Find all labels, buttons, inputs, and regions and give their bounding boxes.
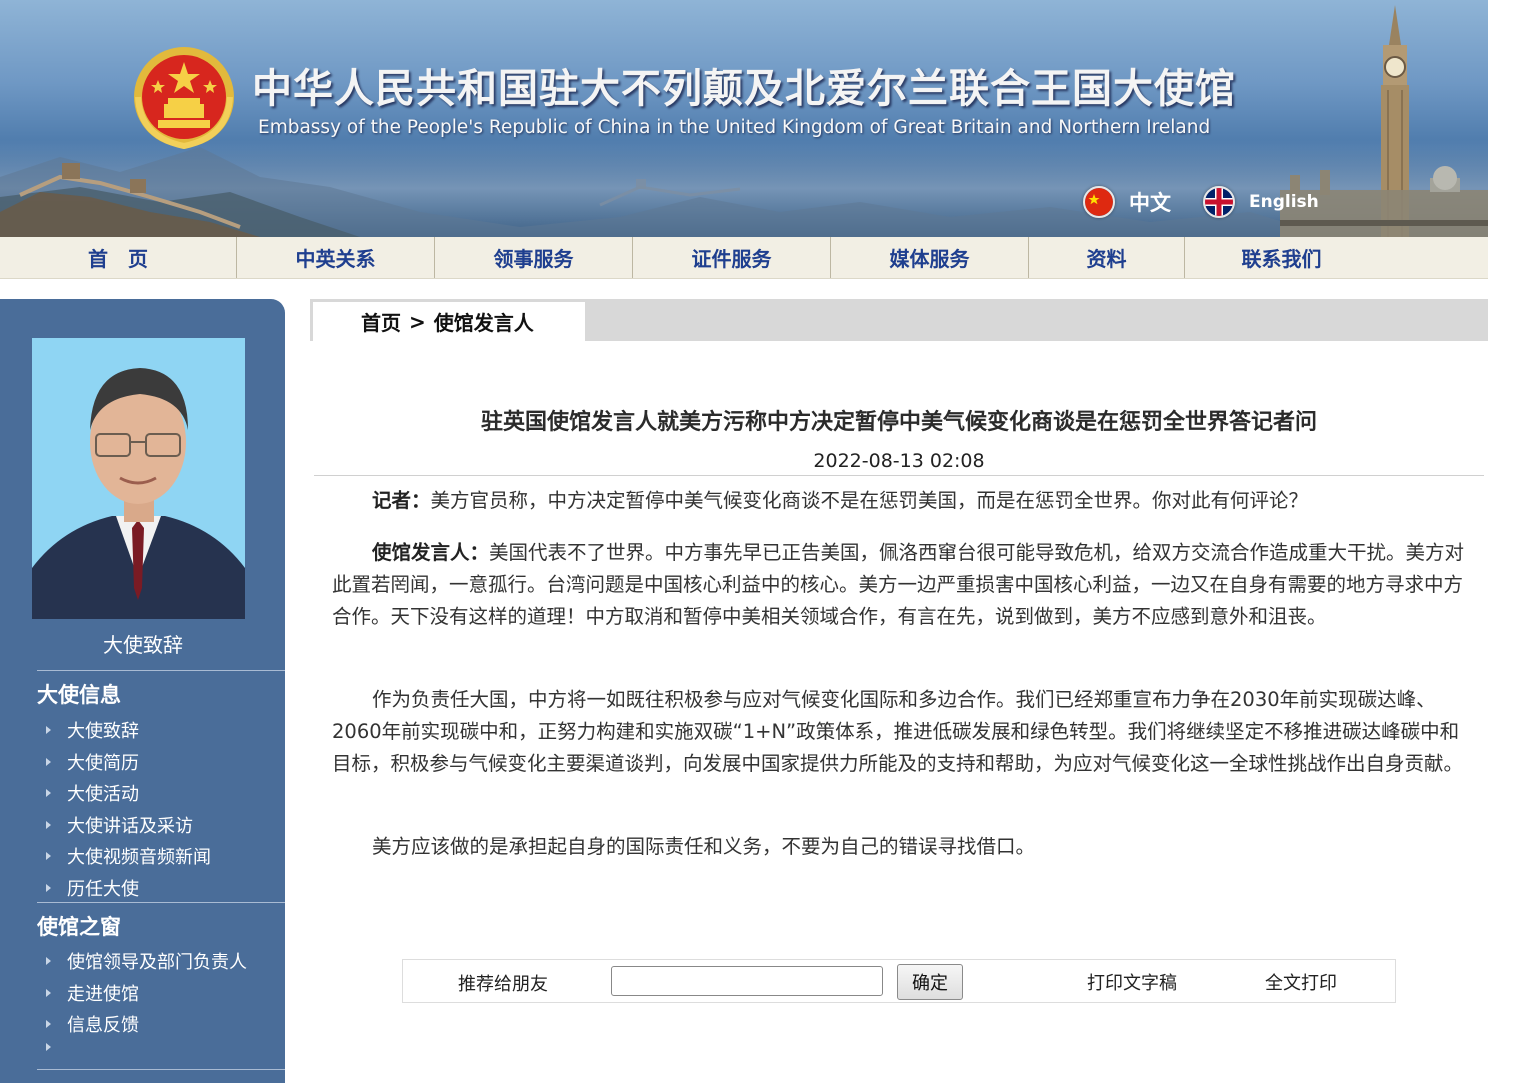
sidebar-item-label: 大使活动	[67, 784, 139, 805]
breadcrumb-separator: >	[409, 309, 426, 334]
arrow-right-icon	[46, 884, 51, 892]
sidebar-heading-embassy-window: 使馆之窗	[37, 915, 121, 939]
breadcrumb-home-link[interactable]: 首页	[361, 307, 401, 336]
arrow-right-icon	[46, 957, 51, 965]
sidebar-item-label: 走进使馆	[67, 984, 139, 1005]
print-full-text-link[interactable]: 全文打印	[1265, 969, 1337, 995]
paragraph-text: 美国代表不了世界。中方事先早已正告美国，佩洛西窜台很可能导致危机，给双方交流合作…	[332, 541, 1465, 628]
recommend-to-friend-label: 推荐给朋友	[458, 974, 548, 995]
arrow-right-icon	[46, 852, 51, 860]
arrow-right-icon	[46, 758, 51, 766]
article-tools-bar: 推荐给朋友 确定 打印文字稿 全文打印	[402, 959, 1396, 1003]
confirm-button[interactable]: 确定	[897, 964, 963, 1000]
sidebar-divider	[37, 902, 285, 903]
arrow-right-icon	[46, 821, 51, 829]
ambassador-photo[interactable]	[32, 338, 245, 619]
article-paragraph-3: 作为负责任大国，中方将一如既往积极参与应对气候变化国际和多边合作。我们已经郑重宣…	[332, 688, 1464, 775]
site-title-chinese: 中华人民共和国驻大不列颠及北爱尔兰联合王国大使馆	[252, 65, 1236, 112]
arrow-right-icon	[46, 789, 51, 797]
ambassador-portrait-image	[32, 338, 245, 619]
language-chinese-label: 中文	[1129, 191, 1171, 215]
uk-flag-icon	[1203, 186, 1235, 218]
nav-document-services[interactable]: 证件服务	[633, 237, 831, 278]
sidebar-item-video-audio-news[interactable]: 大使视频音频新闻	[46, 843, 211, 869]
sidebar-item-speeches-interviews[interactable]: 大使讲话及采访	[46, 812, 193, 838]
breadcrumb: 首页 > 使馆发言人	[313, 302, 585, 341]
sidebar-item-former-ambassadors[interactable]: 历任大使	[46, 875, 139, 901]
sidebar: 大使致辞 大使信息 大使致辞 大使简历 大使活动 大使讲话及采访 大使视频音频新…	[0, 299, 285, 1083]
sidebar-item-label: 使馆领导及部门负责人	[67, 952, 247, 973]
sidebar-item-ambassador-speech[interactable]: 大使致辞	[46, 717, 139, 743]
sidebar-item-ambassador-activities[interactable]: 大使活动	[46, 780, 139, 806]
sidebar-item-label: 大使视频音频新闻	[67, 847, 211, 868]
arrow-right-icon	[46, 1043, 51, 1051]
sidebar-item-label: 历任大使	[67, 879, 139, 900]
recommend-email-input[interactable]	[611, 966, 883, 996]
sidebar-heading-ambassador-info: 大使信息	[37, 683, 121, 707]
breadcrumb-current[interactable]: 使馆发言人	[434, 307, 534, 336]
site-title-english: Embassy of the People's Republic of Chin…	[258, 117, 1211, 138]
national-emblem-icon	[134, 47, 234, 150]
sidebar-item-feedback[interactable]: 信息反馈	[46, 1011, 139, 1037]
print-text-draft-link[interactable]: 打印文字稿	[1087, 969, 1177, 995]
sidebar-item-visit-embassy[interactable]: 走进使馆	[46, 980, 139, 1006]
speaker-label: 记者：	[372, 489, 431, 512]
speaker-label: 使馆发言人：	[372, 541, 490, 564]
article-paragraph-2: 使馆发言人：美国代表不了世界。中方事先早已正告美国，佩洛西窜台很可能导致危机，给…	[332, 537, 1469, 633]
sidebar-item-label: 大使致辞	[67, 721, 139, 742]
article-paragraph-1: 记者：美方官员称，中方决定暂停中美气候变化商谈不是在惩罚美国，而是在惩罚全世界。…	[332, 485, 1469, 517]
nav-media-services[interactable]: 媒体服务	[831, 237, 1029, 278]
ambassador-photo-caption[interactable]: 大使致辞	[32, 629, 254, 658]
nav-home[interactable]: 首 页	[0, 237, 237, 278]
arrow-right-icon	[46, 726, 51, 734]
article-date: 2022-08-13 02:08	[813, 450, 985, 472]
sidebar-item-label: 信息反馈	[67, 1015, 139, 1036]
language-chinese-link[interactable]: 中文	[1083, 186, 1171, 218]
language-english-label: English	[1249, 192, 1319, 212]
sidebar-divider	[37, 1069, 285, 1070]
article-paragraph-4: 美方应该做的是承担起自身的国际责任和义务，不要为自己的错误寻找借口。	[372, 835, 1036, 858]
sidebar-item-embassy-leaders[interactable]: 使馆领导及部门负责人	[46, 948, 247, 974]
paragraph-text: 美方官员称，中方决定暂停中美气候变化商谈不是在惩罚美国，而是在惩罚全世界。你对此…	[430, 489, 1309, 512]
article-divider	[314, 475, 1484, 476]
sidebar-divider	[37, 670, 285, 671]
arrow-right-icon	[46, 989, 51, 997]
china-flag-icon	[1083, 186, 1115, 218]
sidebar-item-empty[interactable]	[46, 1043, 67, 1051]
sidebar-item-ambassador-resume[interactable]: 大使简历	[46, 749, 139, 775]
nav-consular-services[interactable]: 领事服务	[435, 237, 633, 278]
sidebar-item-label: 大使讲话及采访	[67, 816, 193, 837]
nav-contact-us[interactable]: 联系我们	[1185, 237, 1378, 278]
arrow-right-icon	[46, 1020, 51, 1028]
sidebar-item-label: 大使简历	[67, 753, 139, 774]
nav-china-uk-relations[interactable]: 中英关系	[237, 237, 435, 278]
article-title: 驻英国使馆发言人就美方污称中方决定暂停中美气候变化商谈是在惩罚全世界答记者问	[480, 410, 1317, 435]
main-navigation: 首 页 中英关系 领事服务 证件服务 媒体服务 资料 联系我们	[0, 237, 1488, 279]
language-english-link[interactable]: English	[1203, 186, 1319, 218]
nav-resources[interactable]: 资料	[1029, 237, 1185, 278]
header-banner: 中华人民共和国驻大不列颠及北爱尔兰联合王国大使馆 Embassy of the …	[0, 0, 1488, 237]
